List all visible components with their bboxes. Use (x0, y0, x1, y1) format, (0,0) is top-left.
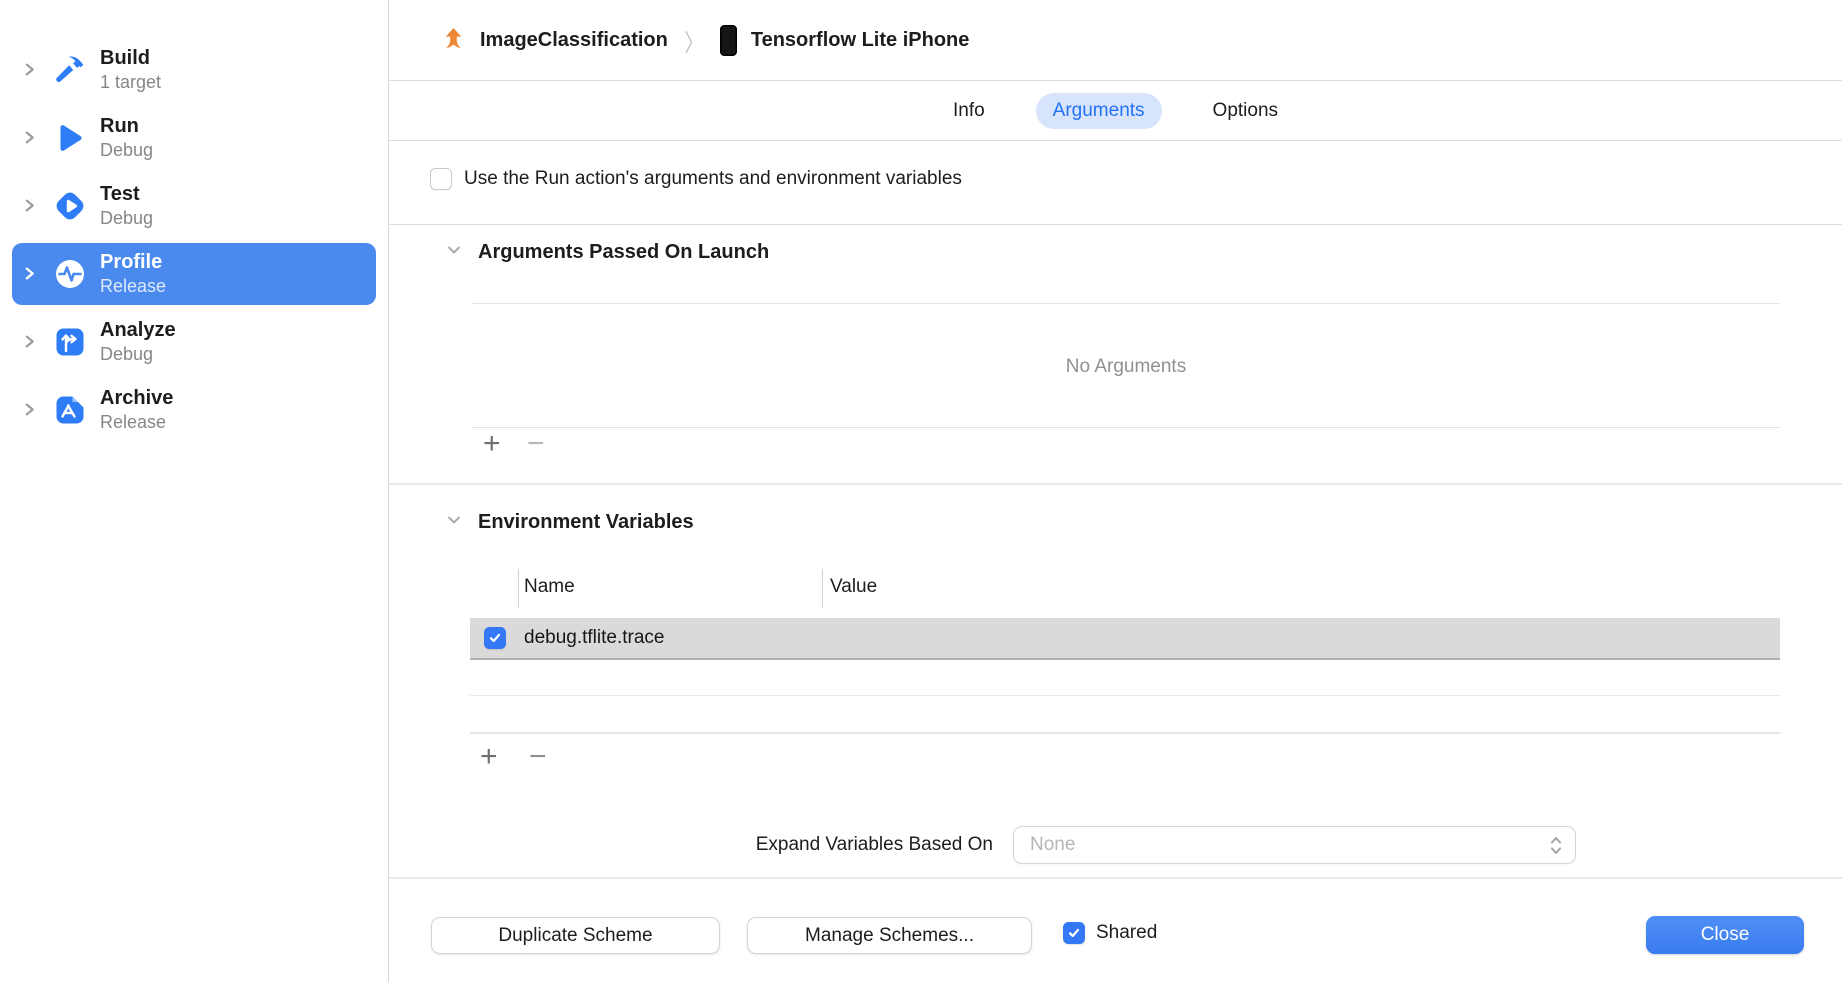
scheme-action-label: Test (100, 182, 153, 207)
sidebar-item-profile[interactable]: Profile Release (12, 243, 376, 305)
tab-options[interactable]: Options (1196, 93, 1295, 129)
profile-pulse-icon (52, 256, 88, 292)
shared-label: Shared (1096, 922, 1157, 944)
chevron-right-icon[interactable] (22, 402, 37, 422)
environment-section-header: Environment Variables (445, 511, 694, 534)
scheme-action-detail: Debug (100, 139, 153, 161)
shared-checkbox[interactable] (1063, 922, 1085, 944)
test-diamond-icon (52, 188, 88, 224)
add-environment-variable-button[interactable]: + (480, 743, 498, 771)
scheme-action-label: Profile (100, 250, 166, 275)
hammer-icon (52, 52, 88, 88)
scheme-sidebar: Build 1 target Run Debug Test Debug Prof… (0, 0, 388, 982)
footer-divider (389, 877, 1842, 879)
sidebar-item-test[interactable]: Test Debug (12, 175, 376, 237)
chevron-right-icon[interactable] (22, 334, 37, 354)
scheme-action-detail: 1 target (100, 71, 161, 93)
analyze-arrows-icon (52, 324, 88, 360)
expand-variables-label: Expand Variables Based On (756, 834, 993, 856)
value-column-header: Value (830, 576, 877, 598)
sidebar-item-archive[interactable]: Archive Release (12, 379, 376, 441)
column-divider (518, 569, 519, 608)
arguments-section-header: Arguments Passed On Launch (445, 241, 769, 264)
expand-variables-dropdown[interactable]: None (1013, 826, 1576, 864)
chevron-down-icon[interactable] (445, 511, 463, 534)
chevron-down-icon[interactable] (445, 241, 463, 264)
use-run-arguments-row: Use the Run action's arguments and envir… (430, 168, 962, 190)
shared-row: Shared (1063, 922, 1157, 944)
environment-variable-name[interactable]: debug.tflite.trace (524, 627, 664, 649)
breadcrumb-separator: 〉 (684, 23, 703, 58)
remove-environment-variable-button[interactable]: − (529, 743, 547, 771)
table-row-divider (470, 695, 1780, 696)
scheme-action-detail: Debug (100, 207, 153, 229)
environment-table-bottom-border (470, 732, 1780, 734)
duplicate-scheme-button[interactable]: Duplicate Scheme (431, 917, 720, 954)
sidebar-item-analyze[interactable]: Analyze Debug (12, 311, 376, 373)
name-column-header: Name (524, 576, 575, 598)
use-run-arguments-checkbox[interactable] (430, 168, 452, 190)
scheme-action-detail: Release (100, 275, 166, 297)
arguments-table-bottom-border (472, 427, 1780, 428)
scheme-action-detail: Debug (100, 343, 176, 365)
scheme-arrow-icon (441, 27, 466, 54)
tab-arguments[interactable]: Arguments (1036, 93, 1162, 129)
scheme-action-label: Analyze (100, 318, 176, 343)
tab-bar: Info Arguments Options (389, 81, 1842, 140)
chevron-right-icon[interactable] (22, 62, 37, 82)
sidebar-item-run[interactable]: Run Debug (12, 107, 376, 169)
arguments-table-top-border (472, 303, 1780, 304)
scheme-action-label: Run (100, 114, 153, 139)
section-separator (389, 483, 1842, 485)
environment-variable-checkbox[interactable] (484, 627, 506, 649)
manage-schemes-button[interactable]: Manage Schemes... (747, 917, 1032, 954)
breadcrumb-destination-name[interactable]: Tensorflow Lite iPhone (751, 29, 970, 52)
close-button[interactable]: Close (1646, 916, 1804, 954)
remove-argument-button[interactable]: − (527, 430, 545, 458)
use-run-arguments-label: Use the Run action's arguments and envir… (464, 168, 962, 190)
environment-variable-row[interactable]: debug.tflite.trace (470, 618, 1780, 660)
breadcrumb-scheme-name[interactable]: ImageClassification (480, 29, 668, 52)
scheme-action-label: Build (100, 46, 161, 71)
sidebar-item-build[interactable]: Build 1 target (12, 39, 376, 101)
breadcrumb: ImageClassification 〉 Tensorflow Lite iP… (389, 0, 1842, 80)
column-divider[interactable] (822, 569, 823, 608)
scheme-action-detail: Release (100, 411, 173, 433)
chevron-right-icon[interactable] (22, 198, 37, 218)
iphone-device-icon (720, 25, 737, 56)
archive-appstore-icon (52, 392, 88, 428)
environment-section-title: Environment Variables (478, 511, 694, 534)
scheme-action-label: Archive (100, 386, 173, 411)
play-icon (52, 120, 88, 156)
tabbar-divider (389, 140, 1842, 141)
scheme-editor-pane: ImageClassification 〉 Tensorflow Lite iP… (389, 0, 1842, 982)
chevron-right-icon[interactable] (22, 130, 37, 150)
chevron-right-icon[interactable] (22, 266, 37, 286)
add-argument-button[interactable]: + (483, 430, 501, 458)
no-arguments-placeholder: No Arguments (472, 356, 1780, 378)
arguments-section-title: Arguments Passed On Launch (478, 241, 769, 264)
tab-info[interactable]: Info (936, 93, 1002, 129)
section-divider (389, 224, 1842, 225)
stepper-chevrons-icon (1549, 834, 1563, 857)
expand-variables-value: None (1030, 834, 1549, 856)
